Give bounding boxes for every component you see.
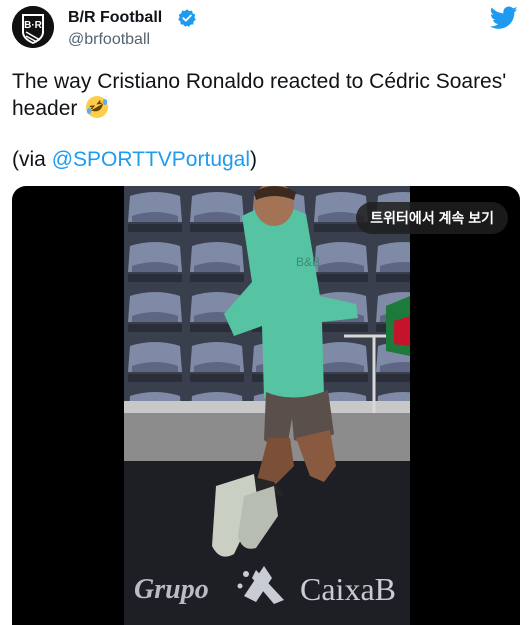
via-line: (via @SPORTTVPortugal) [12, 148, 257, 172]
br-logo-icon: B·R [12, 6, 54, 48]
author-handle[interactable]: @brfootball [68, 31, 150, 49]
sponsor-caixa-text: CaixaB [300, 571, 396, 607]
sporttv-mention-link[interactable]: @SPORTTVPortugal [52, 148, 250, 171]
via-prefix: (via [12, 148, 52, 171]
tweet-text: The way Cristiano Ronaldo reacted to Céd… [12, 68, 517, 122]
video-frame[interactable]: B&B Grupo CaixaB [124, 186, 410, 625]
tweet-header: B·R B/R Football @brfootball [12, 6, 518, 58]
twitter-bird-icon[interactable] [490, 6, 518, 30]
continue-on-twitter-button[interactable]: 트위터에서 계속 보기 [356, 202, 508, 234]
rolling-laughing-emoji-icon [85, 95, 109, 119]
author-avatar[interactable]: B·R [12, 6, 54, 48]
via-suffix: ) [250, 148, 258, 171]
tweet-video[interactable]: B&B Grupo CaixaB 트위터에서 계속 보기 [12, 186, 520, 625]
avatar-letters: B·R [24, 20, 43, 31]
shirt-sponsor-text: B&B [296, 255, 320, 269]
author-name[interactable]: B/R Football [68, 9, 162, 27]
video-still-image: B&B Grupo CaixaB [124, 186, 410, 625]
sponsor-grupo-text: Grupo [134, 574, 209, 605]
verified-badge-icon [178, 9, 196, 27]
